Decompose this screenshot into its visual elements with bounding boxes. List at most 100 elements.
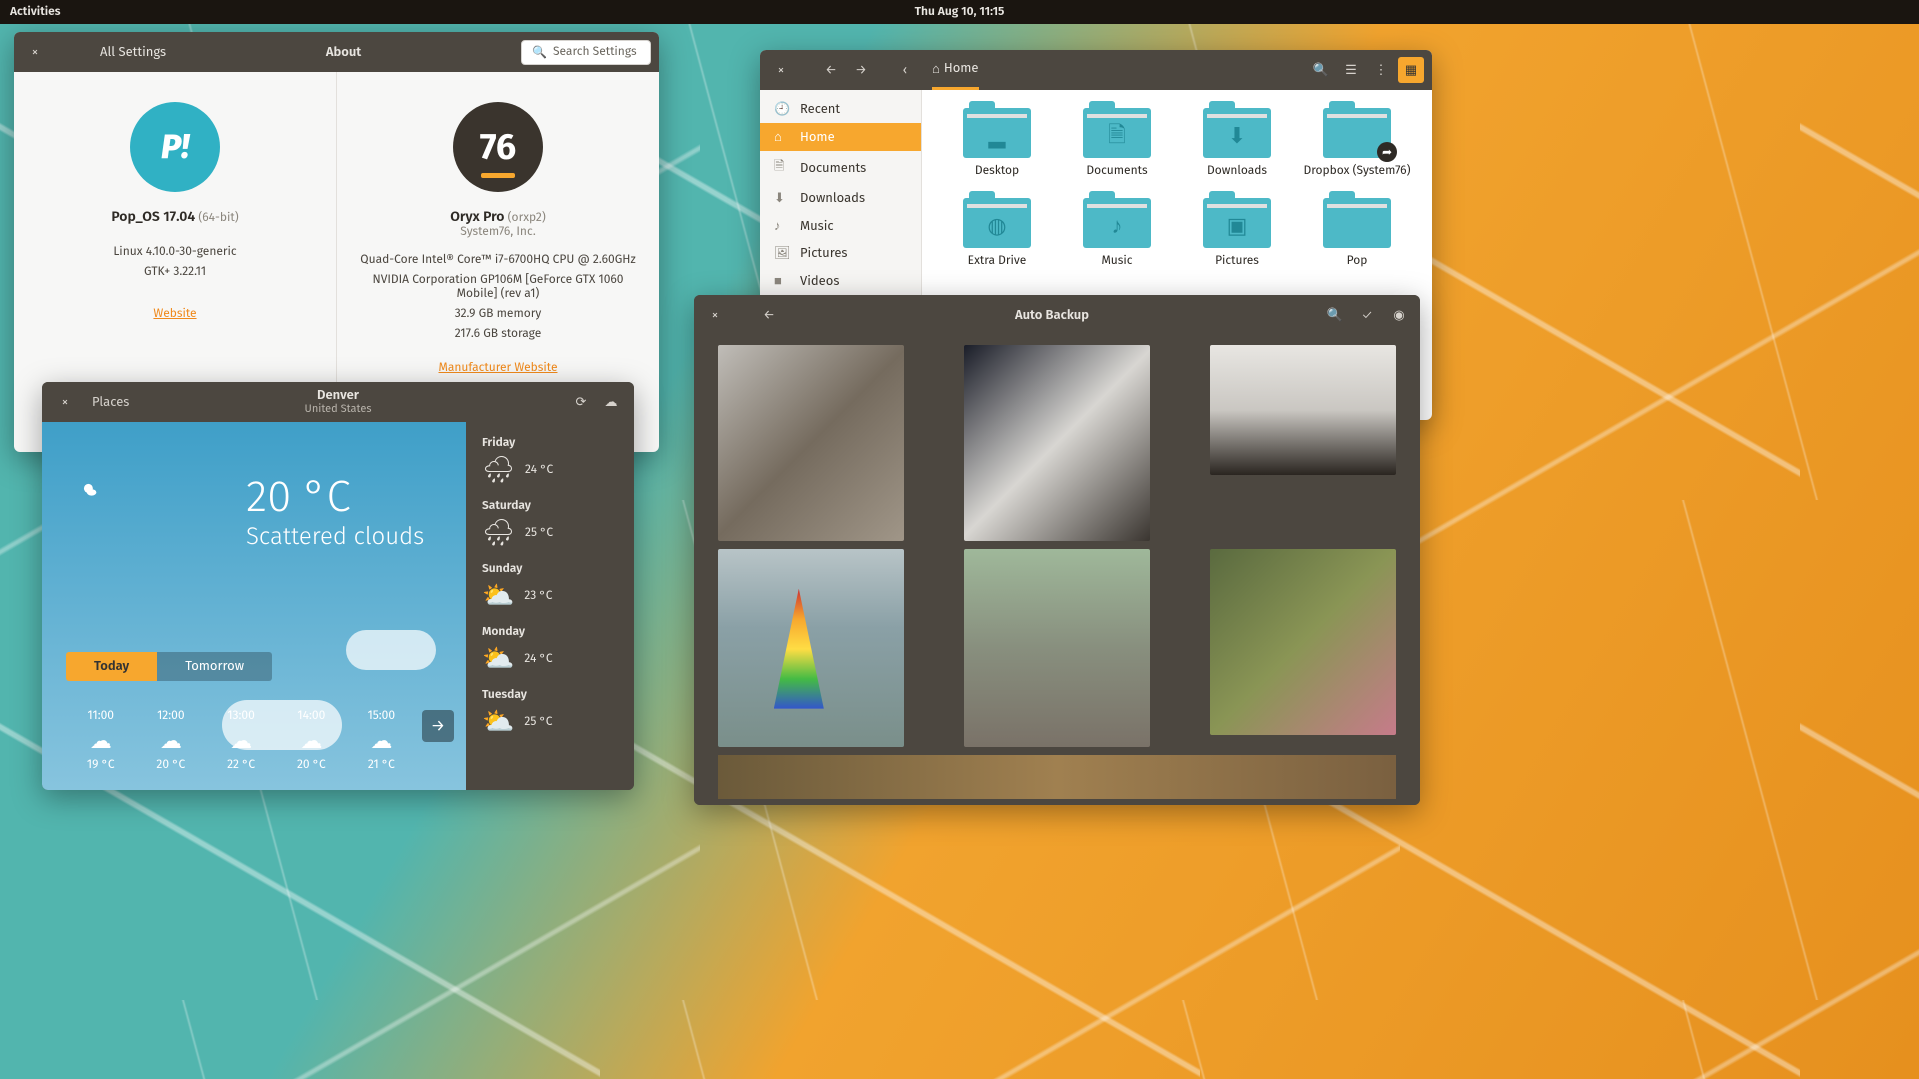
menu-button[interactable]: ⋮ <box>1368 57 1394 83</box>
search-placeholder: Search Settings <box>553 45 637 59</box>
breadcrumb-home[interactable]: ⌂ Home <box>932 50 979 90</box>
gtk-version: GTK+ 3.22.11 <box>34 265 316 279</box>
folder-music[interactable]: ♪Music <box>1062 198 1172 268</box>
folder-icon: ▣ <box>1203 198 1271 248</box>
photo-thumbnail[interactable] <box>964 345 1150 541</box>
clock[interactable]: Thu Aug 10, 11:15 <box>915 5 1005 19</box>
hw-codename: (orxp2) <box>508 211 546 225</box>
folder-pop[interactable]: Pop <box>1302 198 1412 268</box>
photo-thumbnail[interactable] <box>964 549 1150 747</box>
photo-thumbnail[interactable] <box>718 549 904 747</box>
folder-downloads[interactable]: ⬇Downloads <box>1182 108 1292 178</box>
photo-thumbnail[interactable] <box>1210 549 1396 735</box>
sidebar-item-documents[interactable]: 🗎Documents <box>760 151 921 185</box>
sidebar-item-videos[interactable]: ■Videos <box>760 267 921 295</box>
window-title: About <box>172 45 515 60</box>
music-icon: ♪ <box>774 218 790 234</box>
photo-thumbnail[interactable] <box>718 345 904 541</box>
hourly-item: 12:00☁20 °C <box>156 709 185 772</box>
folder-pictures[interactable]: ▣Pictures <box>1182 198 1292 268</box>
hourly-item: 11:00☁19 °C <box>87 709 115 772</box>
activities-button[interactable]: Activities <box>10 5 61 19</box>
view-toggle-button[interactable]: ☰ <box>1338 57 1364 83</box>
folder-icon: ➦ <box>1323 108 1391 158</box>
home-icon: ⌂ <box>774 129 790 145</box>
cloud-decoration <box>346 630 436 670</box>
folder-dropbox-system76-[interactable]: ➦Dropbox (System76) <box>1302 108 1412 178</box>
folder-documents[interactable]: 🗎Documents <box>1062 108 1172 178</box>
tab-tomorrow[interactable]: Tomorrow <box>157 652 272 681</box>
back-button[interactable]: ← <box>756 302 782 328</box>
documents-icon: 🗎 <box>774 157 790 179</box>
daily-forecast-item: Friday🌧24 °C <box>482 436 618 485</box>
folder-extra-drive[interactable]: ◍Extra Drive <box>942 198 1052 268</box>
daily-forecast-item: Tuesday⛅25 °C <box>482 688 618 737</box>
sidebar-item-downloads[interactable]: ⬇Downloads <box>760 185 921 212</box>
places-button[interactable]: Places <box>92 395 129 410</box>
folder-icon: ▂ <box>963 108 1031 158</box>
daily-forecast-item: Sunday⛅23 °C <box>482 562 618 611</box>
daily-forecast-item: Saturday🌧25 °C <box>482 499 618 548</box>
search-settings-input[interactable]: 🔍 Search Settings <box>521 40 651 65</box>
close-button[interactable]: × <box>768 57 794 83</box>
window-title: Auto Backup <box>788 308 1316 323</box>
photo-grid <box>694 335 1420 805</box>
sidebar-item-pictures[interactable]: 🖼Pictures <box>760 240 921 267</box>
weather-window: × Places Denver United States ⟳ ☁ 20 °C … <box>42 382 634 790</box>
hourly-item: 14:00☁20 °C <box>297 709 326 772</box>
folder-desktop[interactable]: ▂Desktop <box>942 108 1052 178</box>
kernel-version: Linux 4.10.0-30-generic <box>34 245 316 259</box>
current-temperature: 20 °C <box>246 470 442 523</box>
search-button[interactable]: 🔍 <box>1322 302 1348 328</box>
close-button[interactable]: × <box>22 39 48 65</box>
photo-thumbnail[interactable] <box>718 755 1396 799</box>
weather-icon[interactable]: ☁ <box>598 389 624 415</box>
folder-icon: ⬇ <box>1203 108 1271 158</box>
tab-today[interactable]: Today <box>66 652 157 681</box>
manufacturer-website-link[interactable]: Manufacturer Website <box>439 361 558 375</box>
os-website-link[interactable]: Website <box>153 307 196 321</box>
folder-icon <box>1323 198 1391 248</box>
storage-info: 217.6 GB storage <box>357 327 639 341</box>
current-weather-icon <box>82 482 98 503</box>
folder-icon: 🗎 <box>1083 108 1151 158</box>
path-up-button[interactable]: ‹ <box>892 57 918 83</box>
cpu-info: Quad-Core Intel® Core™ i7-6700HQ CPU @ 2… <box>357 253 639 267</box>
pop-os-logo: P! <box>130 102 220 192</box>
hw-vendor: System76, Inc. <box>357 225 639 239</box>
sidebar-item-home[interactable]: ⌂Home <box>760 123 921 151</box>
breadcrumb: ⌂ Home <box>922 50 989 90</box>
photos-headerbar: × ← Auto Backup 🔍 ✓ ◉ <box>694 295 1420 335</box>
app-icon[interactable]: ▦ <box>1398 57 1424 83</box>
daily-forecast-panel: Friday🌧24 °CSaturday🌧25 °CSunday⛅23 °CMo… <box>466 422 634 790</box>
forecast-tabs: Today Tomorrow <box>66 652 272 681</box>
gnome-top-bar: Activities Thu Aug 10, 11:15 <box>0 0 1919 24</box>
videos-icon: ■ <box>774 273 790 289</box>
os-name: Pop_OS 17.04 <box>111 208 195 225</box>
photo-thumbnail[interactable] <box>1210 345 1396 475</box>
back-button[interactable]: ← <box>818 57 844 83</box>
menu-button[interactable]: ◉ <box>1386 302 1412 328</box>
recent-icon: 🕘 <box>774 102 790 117</box>
hourly-item: 13:00☁22 °C <box>227 709 255 772</box>
share-badge-icon: ➦ <box>1377 142 1397 162</box>
search-button[interactable]: 🔍 <box>1308 57 1334 83</box>
close-button[interactable]: × <box>702 302 728 328</box>
weather-headerbar: × Places Denver United States ⟳ ☁ <box>42 382 634 422</box>
refresh-button[interactable]: ⟳ <box>568 389 594 415</box>
next-hours-button[interactable]: → <box>422 710 454 742</box>
hw-name: Oryx Pro <box>450 208 504 225</box>
photos-window: × ← Auto Backup 🔍 ✓ ◉ <box>694 295 1420 805</box>
city-name: Denver <box>305 389 372 403</box>
files-headerbar: × ← → ‹ ⌂ Home 🔍 ☰ ⋮ ▦ <box>760 50 1432 90</box>
current-condition: Scattered clouds <box>246 523 442 551</box>
all-settings-link[interactable]: All Settings <box>100 45 166 60</box>
forward-button[interactable]: → <box>848 57 874 83</box>
sidebar-item-recent[interactable]: 🕘Recent <box>760 96 921 123</box>
close-button[interactable]: × <box>52 389 78 415</box>
location-label: Denver United States <box>305 389 372 415</box>
pictures-icon: 🖼 <box>774 246 790 261</box>
select-button[interactable]: ✓ <box>1354 302 1380 328</box>
home-icon: ⌂ <box>932 61 940 77</box>
sidebar-item-music[interactable]: ♪Music <box>760 212 921 240</box>
